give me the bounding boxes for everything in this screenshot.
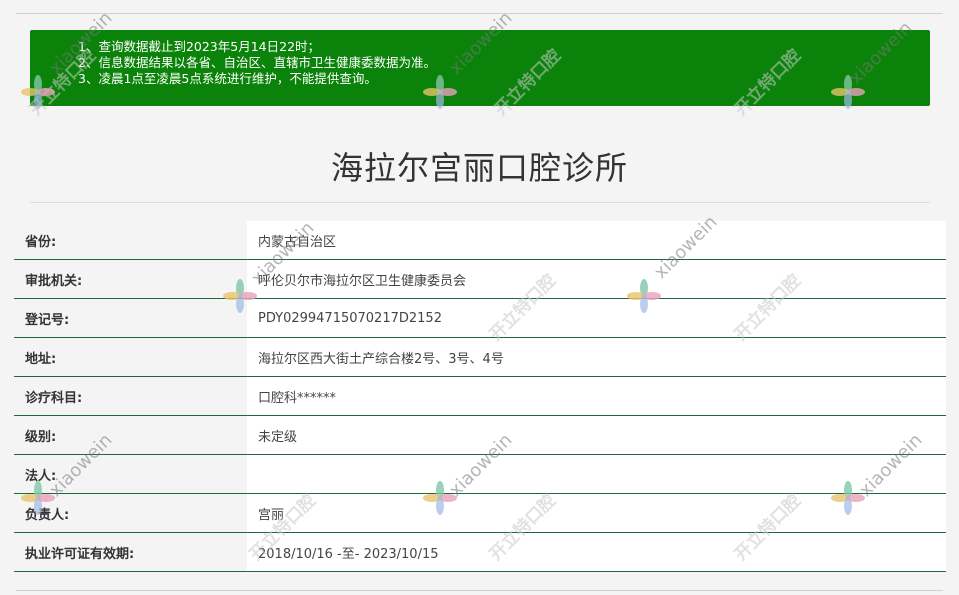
table-row: 负责人: 宫丽: [14, 494, 946, 533]
row-label: 省份:: [14, 221, 247, 259]
row-value: 未定级: [247, 416, 946, 454]
page-title: 海拉尔宫丽口腔诊所: [330, 149, 628, 187]
table-row: 登记号: PDY02994715070217D2152: [14, 299, 946, 338]
row-value: 海拉尔区西大街土产综合楼2号、3号、4号: [247, 338, 946, 376]
row-value: 宫丽: [247, 494, 946, 532]
notice-banner: 1、查询数据截止到2023年5月14日22时； 2、信息数据结果以各省、自治区、…: [30, 30, 930, 106]
table-row: 省份: 内蒙古自治区: [14, 221, 946, 260]
info-table: 省份: 内蒙古自治区 审批机关: 呼伦贝尔市海拉尔区卫生健康委员会 登记号: P…: [14, 221, 946, 572]
row-label: 地址:: [14, 338, 247, 376]
table-row: 审批机关: 呼伦贝尔市海拉尔区卫生健康委员会: [14, 260, 946, 299]
table-row: 法人:: [14, 455, 946, 494]
table-row: 级别: 未定级: [14, 416, 946, 455]
notice-line-3: 3、凌晨1点至凌晨5点系统进行维护，不能提供查询。: [78, 71, 377, 86]
table-row: 地址: 海拉尔区西大街土产综合楼2号、3号、4号: [14, 338, 946, 377]
table-row: 执业许可证有效期: 2018/10/16 -至- 2023/10/15: [14, 533, 946, 572]
row-value: PDY02994715070217D2152: [247, 299, 946, 337]
table-row: 诊疗科目: 口腔科******: [14, 377, 946, 416]
top-divider: [16, 13, 943, 14]
row-label: 登记号:: [14, 299, 247, 337]
row-label: 诊疗科目:: [14, 377, 247, 415]
row-value: 内蒙古自治区: [247, 221, 946, 259]
notice-line-2: 2、信息数据结果以各省、自治区、直辖市卫生健康委数据为准。: [78, 55, 436, 70]
row-label: 审批机关:: [14, 260, 247, 298]
row-label: 负责人:: [14, 494, 247, 532]
title-divider: [30, 202, 930, 203]
page: 1、查询数据截止到2023年5月14日22时； 2、信息数据结果以各省、自治区、…: [0, 0, 959, 595]
row-value: 口腔科******: [247, 377, 946, 415]
row-value: [247, 455, 946, 493]
row-value: 2018/10/16 -至- 2023/10/15: [247, 533, 946, 571]
notice-line-1: 1、查询数据截止到2023年5月14日22时；: [78, 39, 321, 54]
row-value: 呼伦贝尔市海拉尔区卫生健康委员会: [247, 260, 946, 298]
row-label: 执业许可证有效期:: [14, 533, 247, 571]
row-label: 级别:: [14, 416, 247, 454]
bottom-divider: [16, 590, 943, 591]
row-label: 法人:: [14, 455, 247, 493]
